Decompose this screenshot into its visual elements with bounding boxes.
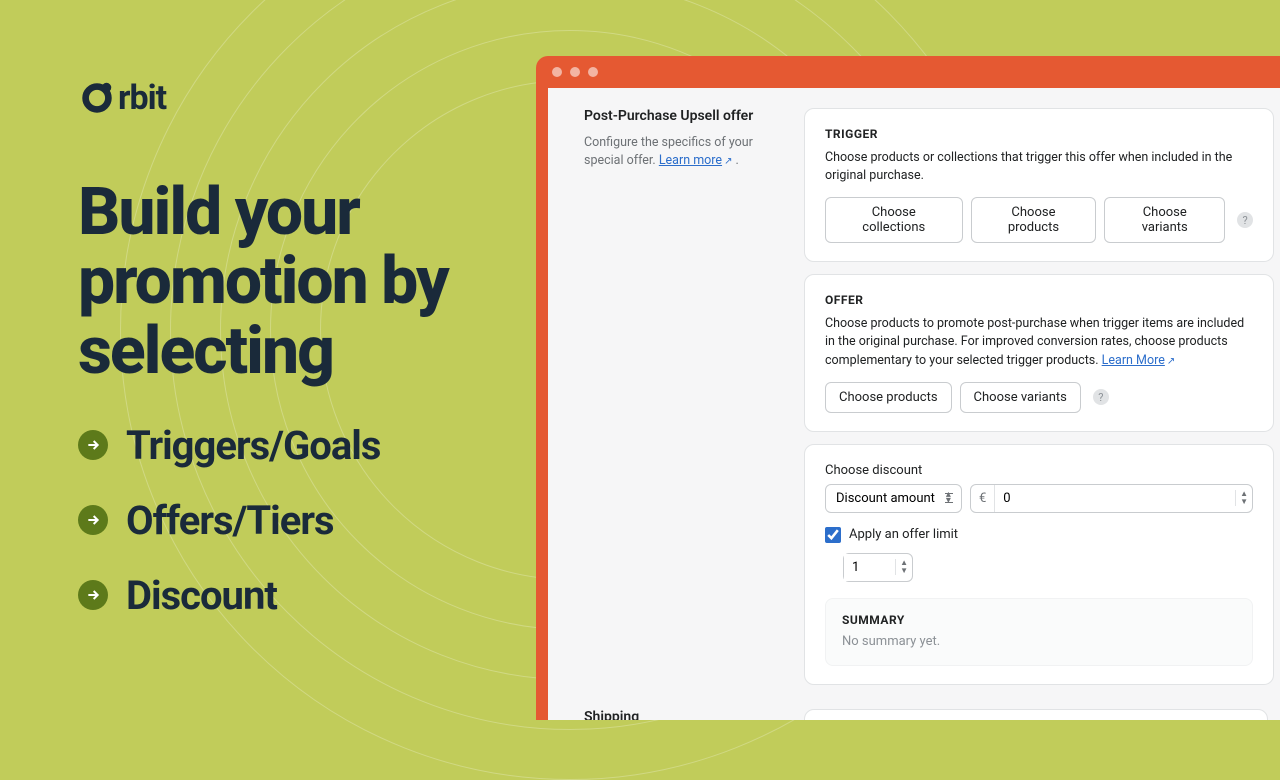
learn-more-link[interactable]: Learn More (1102, 353, 1165, 368)
traffic-light-zoom-icon[interactable] (588, 67, 598, 77)
bullet-offers: Offers/Tiers (78, 497, 528, 544)
shipping-card: Additional shipping charge € ▲▼ (804, 709, 1268, 720)
discount-value-field[interactable] (995, 485, 1235, 512)
choose-products-button[interactable]: Choose products (825, 382, 952, 413)
hero-headline: Build your promotion by selecting (78, 178, 528, 386)
trigger-heading: TRIGGER (825, 127, 1253, 141)
sidebar-desc: Configure the specifics of your special … (584, 134, 784, 170)
choose-collections-button[interactable]: Choose collections (825, 197, 963, 243)
help-icon[interactable]: ? (1093, 389, 1109, 405)
arrow-right-icon (78, 580, 108, 610)
learn-more-link[interactable]: Learn more (659, 153, 722, 168)
traffic-light-minimize-icon[interactable] (570, 67, 580, 77)
traffic-light-close-icon[interactable] (552, 67, 562, 77)
choose-variants-button[interactable]: Choose variants (960, 382, 1081, 413)
summary-panel: SUMMARY No summary yet. (825, 598, 1253, 667)
discount-amount-input[interactable]: € ▲▼ (970, 484, 1253, 513)
bullet-discount: Discount (78, 572, 528, 619)
number-stepper[interactable]: ▲▼ (1235, 490, 1252, 506)
shipping-title: Shipping (584, 709, 784, 720)
number-stepper[interactable]: ▲▼ (895, 559, 912, 575)
orbit-logo-icon (78, 79, 116, 117)
brand-logo: rbit (78, 78, 528, 118)
apply-offer-limit-input[interactable] (825, 527, 841, 543)
window-titlebar (536, 56, 1280, 88)
bullet-triggers: Triggers/Goals (78, 422, 528, 469)
hero-bullet-list: Triggers/Goals Offers/Tiers Discount (78, 422, 528, 619)
arrow-right-icon (78, 430, 108, 460)
help-icon[interactable]: ? (1237, 212, 1253, 228)
brand-name: rbit (118, 78, 166, 118)
discount-type-select[interactable]: Discount amount ▴▾ (825, 484, 962, 513)
bullet-label: Offers/Tiers (126, 497, 334, 544)
summary-heading: SUMMARY (842, 613, 1236, 627)
choose-variants-button[interactable]: Choose variants (1104, 197, 1225, 243)
offer-limit-field[interactable] (844, 554, 895, 581)
external-link-icon: ↗ (1167, 356, 1175, 367)
app-window: Post-Purchase Upsell offer Configure the… (536, 56, 1280, 720)
chevron-updown-icon: ▴▾ (946, 492, 951, 504)
currency-prefix: € (971, 485, 995, 512)
discount-label: Choose discount (825, 463, 1253, 478)
offer-card: OFFER Choose products to promote post-pu… (804, 274, 1274, 431)
offer-limit-input[interactable]: ▲▼ (843, 553, 913, 582)
choose-products-button[interactable]: Choose products (971, 197, 1097, 243)
sidebar-title: Post-Purchase Upsell offer (584, 108, 784, 124)
trigger-card: TRIGGER Choose products or collections t… (804, 108, 1274, 262)
arrow-right-icon (78, 505, 108, 535)
bullet-label: Discount (126, 572, 277, 619)
apply-offer-limit-checkbox[interactable]: Apply an offer limit (825, 527, 1253, 543)
discount-card: Choose discount Discount amount ▴▾ € ▲▼ (804, 444, 1274, 686)
offer-heading: OFFER (825, 293, 1253, 307)
summary-text: No summary yet. (842, 633, 1236, 652)
bullet-label: Triggers/Goals (126, 422, 380, 469)
shipping-sidebar: Shipping Learn more↗ . (584, 709, 784, 720)
form-sidebar: Post-Purchase Upsell offer Configure the… (584, 108, 784, 685)
offer-desc: Choose products to promote post-purchase… (825, 315, 1253, 369)
hero-column: rbit Build your promotion by selecting T… (78, 78, 528, 619)
app-surface: Post-Purchase Upsell offer Configure the… (548, 88, 1280, 720)
trigger-desc: Choose products or collections that trig… (825, 149, 1253, 185)
